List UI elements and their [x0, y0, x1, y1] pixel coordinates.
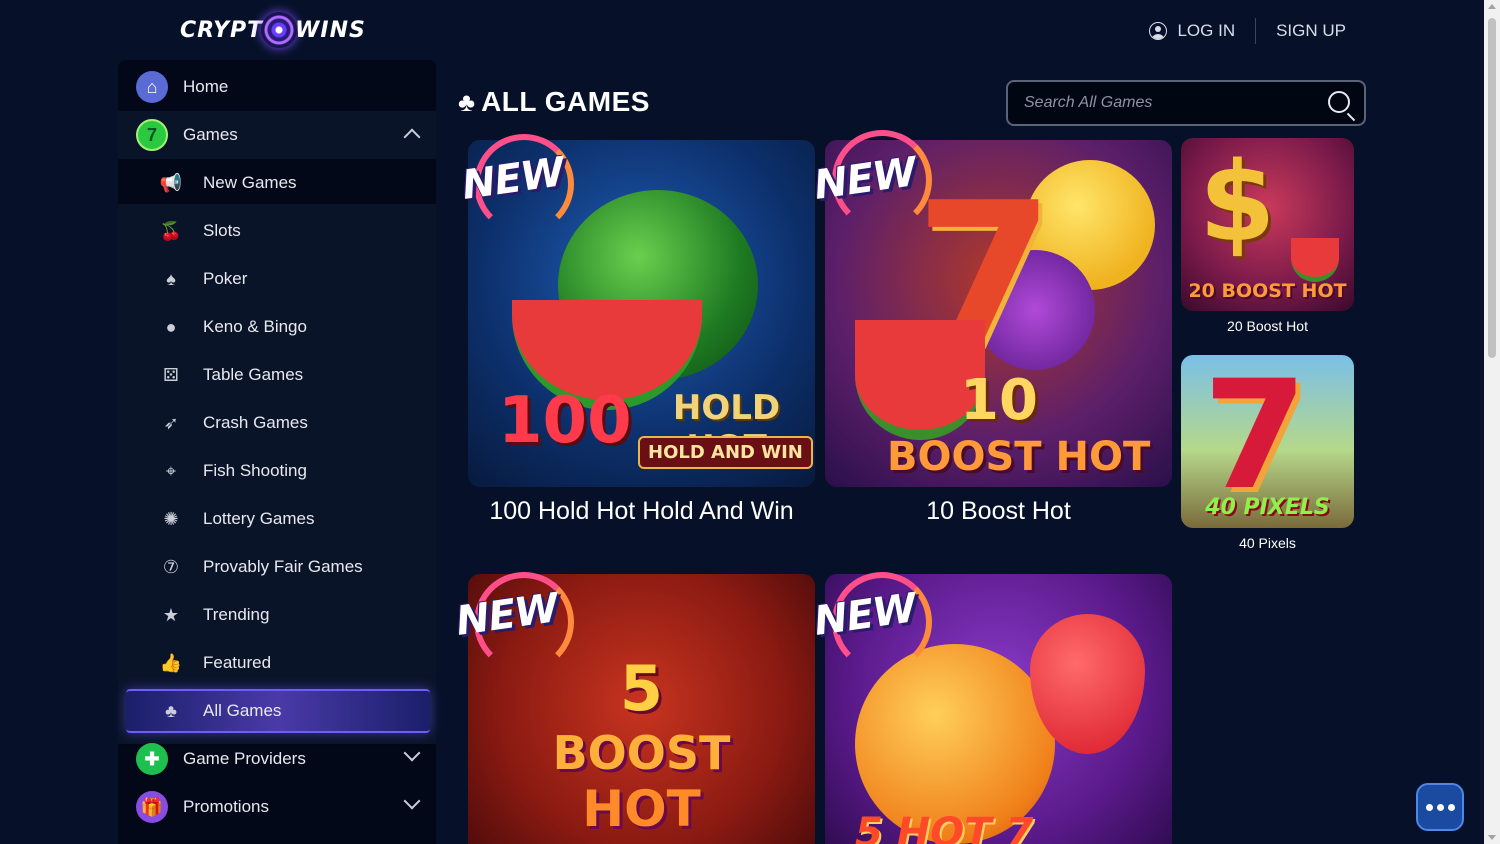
- sidebar-item-label: New Games: [203, 173, 297, 192]
- dice-icon: ⚄: [163, 364, 179, 385]
- sidebar-item-label: Game Providers: [183, 749, 306, 768]
- sidebar-item-label: Fish Shooting: [203, 461, 307, 480]
- logo-text-right: WINS: [295, 17, 366, 43]
- logo-swirl-icon: [261, 12, 298, 48]
- chat-dot-icon: [1447, 803, 1455, 811]
- sidebar: ⌂ Home 7 Games 📢 New Games 🍒 Slots ♠ Pok…: [118, 60, 436, 844]
- sidebar-item-label: Crash Games: [203, 413, 308, 432]
- signup-button[interactable]: SIGN UP: [1256, 21, 1346, 41]
- game-title[interactable]: 100 Hold Hot Hold And Win: [468, 496, 815, 526]
- game-card-20-boost-hot[interactable]: $ 20 BOOST HOT: [1181, 138, 1354, 311]
- search-box: [1006, 80, 1366, 126]
- logo-text-left: CRYPT: [180, 17, 264, 43]
- sidebar-item-label: Lottery Games: [203, 509, 315, 528]
- sidebar-item-promotions[interactable]: 🎁 Promotions: [118, 783, 436, 831]
- all-games-icon: ♣: [458, 86, 476, 117]
- sidebar-item-fish-shooting[interactable]: ⌖ Fish Shooting: [118, 447, 436, 495]
- search-input[interactable]: [1024, 94, 1304, 112]
- sidebar-item-new-games[interactable]: 📢 New Games: [118, 159, 436, 207]
- search-icon[interactable]: [1328, 91, 1350, 113]
- lottery-wheel-icon: ✺: [163, 508, 179, 529]
- dollar-sign-image: $: [1199, 138, 1276, 266]
- sidebar-item-crash-games[interactable]: ➶ Crash Games: [118, 399, 436, 447]
- sidebar-item-label: Promotions: [183, 797, 269, 816]
- sidebar-item-trending[interactable]: ★ Trending: [118, 591, 436, 639]
- sidebar-item-label: Featured: [203, 653, 272, 672]
- auth-links: LOG IN SIGN UP: [1149, 18, 1346, 44]
- sidebar-item-label: Games: [183, 125, 238, 144]
- rocket-icon: ➶: [163, 412, 179, 433]
- sidebar-item-game-providers[interactable]: ✚ Game Providers: [118, 735, 436, 783]
- user-icon: [1149, 22, 1168, 40]
- sidebar-item-provably-fair-games[interactable]: ⑦ Provably Fair Games: [118, 543, 436, 591]
- sidebar-item-games[interactable]: 7 Games: [118, 111, 436, 159]
- cherries-icon: 🍒: [159, 220, 183, 241]
- live-chat-button[interactable]: [1416, 783, 1464, 831]
- login-button[interactable]: LOG IN: [1149, 18, 1257, 44]
- sidebar-item-featured[interactable]: 👍 Featured: [118, 639, 436, 687]
- gift-icon: 🎁: [136, 791, 168, 823]
- sidebar-item-label: Slots: [203, 221, 241, 240]
- chevron-up-icon[interactable]: [403, 128, 421, 146]
- star-icon: ★: [162, 604, 180, 625]
- sidebar-item-table-games[interactable]: ⚄ Table Games: [118, 351, 436, 399]
- thumbs-up-icon: 👍: [159, 652, 183, 673]
- sidebar-item-slots[interactable]: 🍒 Slots: [118, 207, 436, 255]
- puzzle-icon: ✚: [136, 743, 168, 775]
- sidebar-item-poker[interactable]: ♠ Poker: [118, 255, 436, 303]
- scroll-down-arrow-icon[interactable]: [1488, 835, 1496, 840]
- sidebar-item-lottery-games[interactable]: ✺ Lottery Games: [118, 495, 436, 543]
- cryptowins-logo[interactable]: CRYPT WINS: [180, 10, 380, 50]
- sidebar-item-label: Trending: [203, 605, 270, 624]
- chevron-down-icon[interactable]: [403, 744, 421, 762]
- spade-icon: ♠: [166, 268, 176, 289]
- chat-dot-icon: [1425, 803, 1433, 811]
- sidebar-item-label: All Games: [203, 701, 282, 720]
- megaphone-icon: 📢: [159, 172, 183, 193]
- seven-icon: 7: [136, 119, 168, 151]
- sidebar-item-keno-bingo[interactable]: ● Keno & Bingo: [118, 303, 436, 351]
- chat-dot-icon: [1436, 803, 1444, 811]
- sidebar-item-label: Home: [183, 77, 229, 96]
- top-header: CRYPT WINS LOG IN SIGN UP: [0, 0, 1484, 60]
- sidebar-item-label: Keno & Bingo: [203, 317, 307, 336]
- sidebar-item-all-games[interactable]: ♣ All Games: [126, 689, 430, 733]
- sidebar-item-label: Table Games: [203, 365, 304, 384]
- login-label: LOG IN: [1177, 21, 1236, 40]
- seven-circle-icon: ⑦: [162, 556, 180, 577]
- scroll-up-arrow-icon[interactable]: [1488, 4, 1496, 9]
- home-icon: ⌂: [136, 71, 168, 103]
- game-thumbnail: $ 20 BOOST HOT: [1181, 138, 1354, 311]
- page-title: ♣ ALL GAMES: [458, 86, 650, 117]
- game-thumbnail: 7 40 PIXELS: [1181, 355, 1354, 528]
- game-card-40-pixels[interactable]: 7 40 PIXELS: [1181, 355, 1354, 528]
- sidebar-item-label: Provably Fair Games: [203, 557, 363, 576]
- bingo-balls-icon: ●: [165, 316, 177, 337]
- scrollbar-thumb[interactable]: [1488, 18, 1496, 358]
- crosshair-icon: ⌖: [165, 460, 177, 481]
- sidebar-item-label: Poker: [203, 269, 248, 288]
- game-title[interactable]: 20 Boost Hot: [1181, 318, 1354, 334]
- game-title[interactable]: 40 Pixels: [1181, 535, 1354, 551]
- sidebar-item-home[interactable]: ⌂ Home: [118, 63, 436, 111]
- game-title[interactable]: 10 Boost Hot: [825, 496, 1172, 526]
- page-scrollbar[interactable]: [1484, 0, 1500, 844]
- watermelon-slice-image: [1291, 238, 1339, 282]
- chevron-down-icon[interactable]: [403, 792, 421, 810]
- all-games-icon: ♣: [165, 700, 177, 721]
